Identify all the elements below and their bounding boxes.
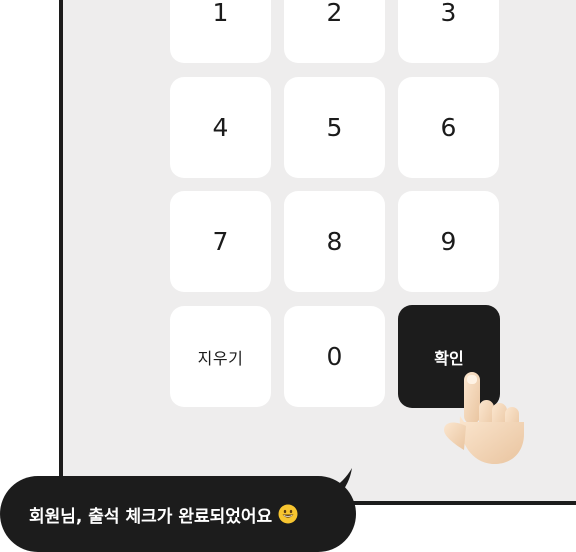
key-0[interactable]: 0: [284, 306, 385, 407]
delete-button[interactable]: 지우기: [170, 306, 271, 407]
key-8[interactable]: 8: [284, 191, 385, 292]
key-7[interactable]: 7: [170, 191, 271, 292]
attendance-screen: 1 2 3 4 5 6 7 8 9 지우기 0 확인 회원님, 출석 체크가 완…: [0, 0, 576, 552]
attendance-message-bubble: 회원님, 출석 체크가 완료되었어요: [0, 476, 356, 552]
key-2[interactable]: 2: [284, 0, 385, 63]
attendance-message-text: 회원님, 출석 체크가 완료되었어요: [29, 506, 273, 527]
confirm-button[interactable]: 확인: [398, 305, 500, 408]
key-1[interactable]: 1: [170, 0, 271, 63]
key-9[interactable]: 9: [398, 191, 499, 292]
key-3[interactable]: 3: [398, 0, 499, 63]
key-6[interactable]: 6: [398, 77, 499, 178]
key-4[interactable]: 4: [170, 77, 271, 178]
key-5[interactable]: 5: [284, 77, 385, 178]
grinning-face-emoji: [278, 504, 298, 524]
